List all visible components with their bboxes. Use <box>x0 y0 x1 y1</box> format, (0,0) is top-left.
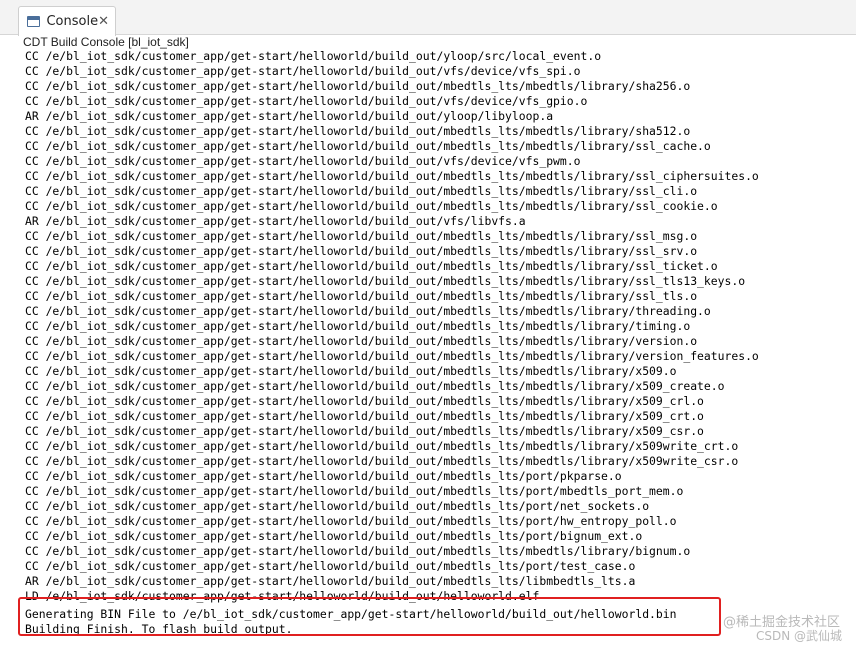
console-line: CC /e/bl_iot_sdk/customer_app/get-start/… <box>25 334 698 348</box>
tab-console-label: Console <box>46 14 99 29</box>
console-line: CC /e/bl_iot_sdk/customer_app/get-start/… <box>25 364 677 378</box>
console-output[interactable]: CC /e/bl_iot_sdk/customer_app/get-start/… <box>0 46 856 651</box>
console-line: CC /e/bl_iot_sdk/customer_app/get-start/… <box>25 154 581 168</box>
console-line: CC /e/bl_iot_sdk/customer_app/get-start/… <box>25 184 698 198</box>
csdn-watermark: CSDN @武仙城 <box>755 629 842 643</box>
console-line: CC /e/bl_iot_sdk/customer_app/get-start/… <box>25 274 746 288</box>
console-line: CC /e/bl_iot_sdk/customer_app/get-start/… <box>25 94 588 108</box>
console-line: CC /e/bl_iot_sdk/customer_app/get-start/… <box>25 49 602 63</box>
console-line: CC /e/bl_iot_sdk/customer_app/get-start/… <box>25 319 691 333</box>
console-line: CC /e/bl_iot_sdk/customer_app/get-start/… <box>25 559 636 573</box>
console-line: AR /e/bl_iot_sdk/customer_app/get-start/… <box>25 574 636 588</box>
console-line: CC /e/bl_iot_sdk/customer_app/get-start/… <box>25 544 691 558</box>
console-line: CC /e/bl_iot_sdk/customer_app/get-start/… <box>25 454 739 468</box>
console-line: CC /e/bl_iot_sdk/customer_app/get-start/… <box>25 469 622 483</box>
console-line: CC /e/bl_iot_sdk/customer_app/get-start/… <box>25 259 718 273</box>
console-icon <box>27 16 41 27</box>
view-tab-bar: Console ✕ <box>0 0 856 36</box>
console-line: CC /e/bl_iot_sdk/customer_app/get-start/… <box>25 499 650 513</box>
console-line: AR /e/bl_iot_sdk/customer_app/get-start/… <box>25 214 526 228</box>
console-line: CC /e/bl_iot_sdk/customer_app/get-start/… <box>25 229 698 243</box>
console-line: CC /e/bl_iot_sdk/customer_app/get-start/… <box>25 379 725 393</box>
console-line: CC /e/bl_iot_sdk/customer_app/get-start/… <box>25 349 759 363</box>
console-line: CC /e/bl_iot_sdk/customer_app/get-start/… <box>25 529 643 543</box>
console-line: CC /e/bl_iot_sdk/customer_app/get-start/… <box>25 424 704 438</box>
console-line: CC /e/bl_iot_sdk/customer_app/get-start/… <box>25 244 698 258</box>
highlight-box <box>18 597 721 636</box>
close-icon[interactable]: ✕ <box>98 14 109 29</box>
console-line: CC /e/bl_iot_sdk/customer_app/get-start/… <box>25 199 718 213</box>
console-line: CC /e/bl_iot_sdk/customer_app/get-start/… <box>25 139 711 153</box>
console-line: CC /e/bl_iot_sdk/customer_app/get-start/… <box>25 304 711 318</box>
console-line: CC /e/bl_iot_sdk/customer_app/get-start/… <box>25 64 581 78</box>
console-line: CC /e/bl_iot_sdk/customer_app/get-start/… <box>25 169 759 183</box>
console-line: CC /e/bl_iot_sdk/customer_app/get-start/… <box>25 289 698 303</box>
console-line: CC /e/bl_iot_sdk/customer_app/get-start/… <box>25 394 704 408</box>
console-line: CC /e/bl_iot_sdk/customer_app/get-start/… <box>25 409 704 423</box>
console-line: CC /e/bl_iot_sdk/customer_app/get-start/… <box>25 439 739 453</box>
console-line: AR /e/bl_iot_sdk/customer_app/get-start/… <box>25 109 554 123</box>
console-line: CC /e/bl_iot_sdk/customer_app/get-start/… <box>25 514 677 528</box>
console-line: CC /e/bl_iot_sdk/customer_app/get-start/… <box>25 484 684 498</box>
console-line: CC /e/bl_iot_sdk/customer_app/get-start/… <box>25 79 691 93</box>
tab-console[interactable]: Console ✕ <box>18 6 116 36</box>
console-line: CC /e/bl_iot_sdk/customer_app/get-start/… <box>25 124 691 138</box>
